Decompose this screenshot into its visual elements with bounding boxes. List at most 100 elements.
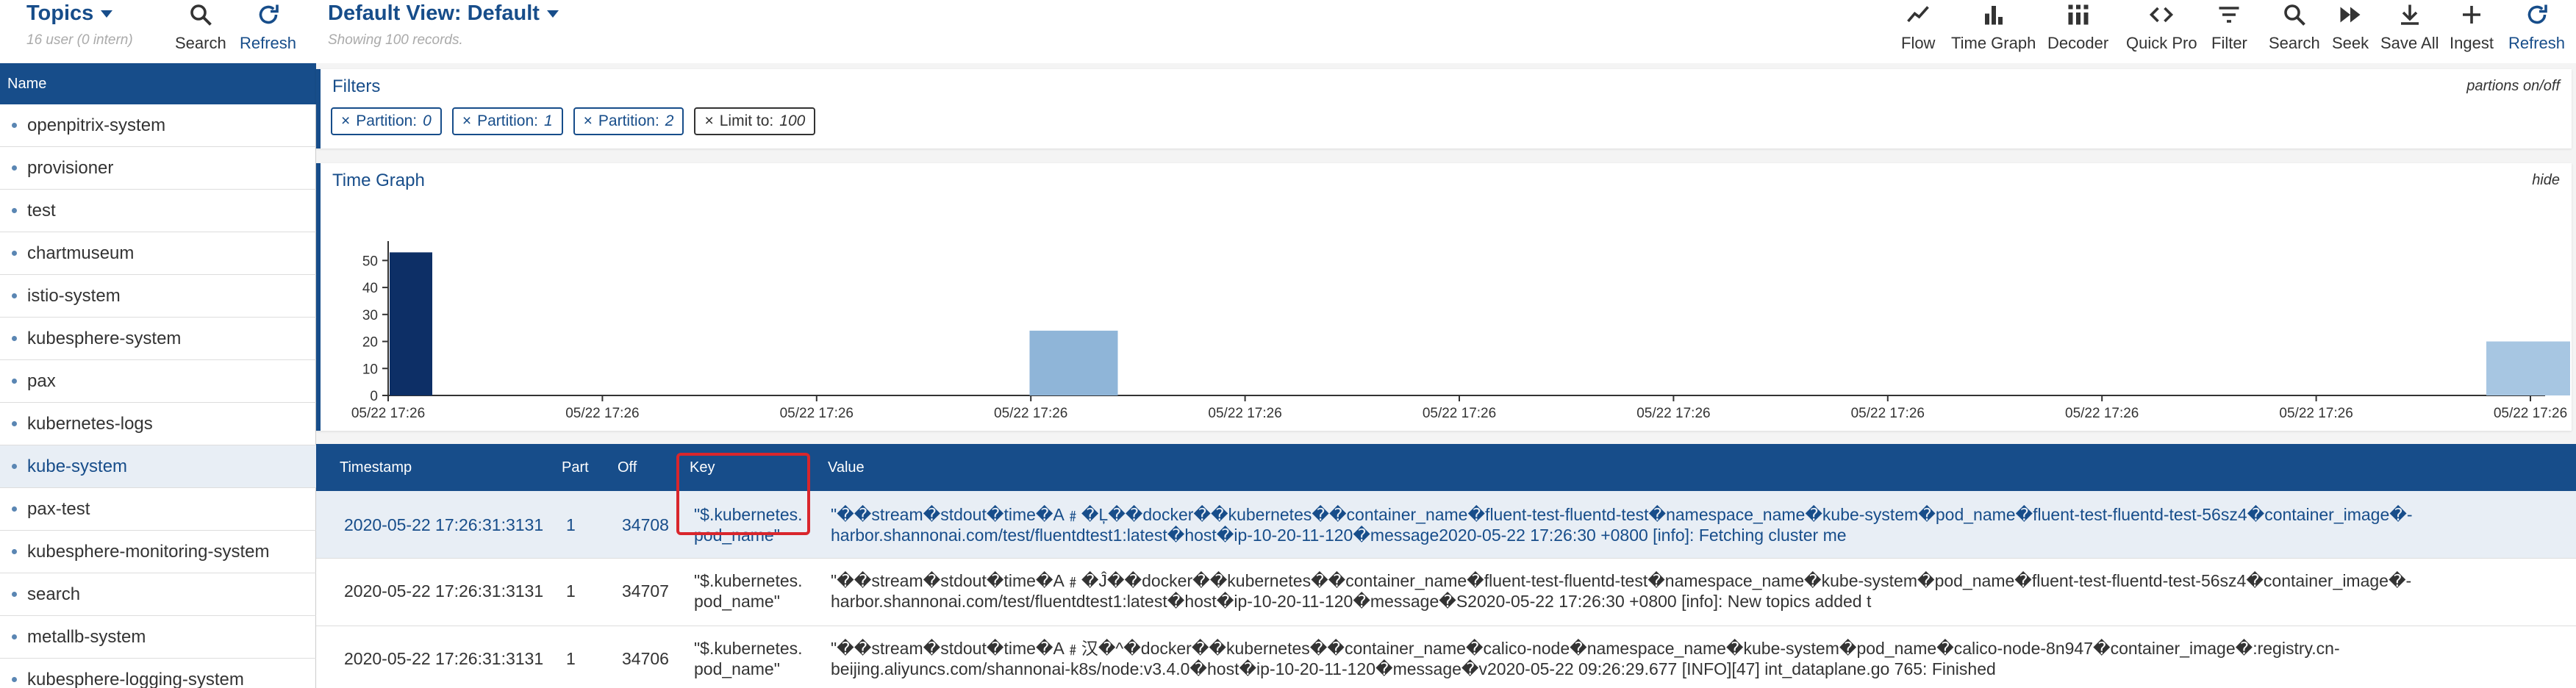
topic-label: kubesphere-system [27,328,182,348]
flow-label: Flow [1901,34,1936,52]
time-graph-panel: Time Graph hide 0 10 20 30 40 50 05/22 17:26 05… [316,163,2572,431]
topic-item[interactable]: kubernetes-logs [0,403,316,445]
chip-value: 1 [543,112,553,129]
decoder-label: Decoder [2047,34,2109,52]
topic-label: kubernetes-logs [27,413,153,434]
topic-label: search [27,584,81,604]
remove-chip-icon[interactable]: × [462,112,471,130]
app-root: Topics 16 user (0 intern) Search Refresh… [0,0,2576,688]
col-key[interactable]: Key [690,444,715,491]
top-bar: Default View: Default Showing 100 record… [316,0,2576,63]
topic-item[interactable]: pax-test [0,488,316,531]
chart-bar [1029,330,1118,395]
partitions-toggle[interactable]: partions on/off [2466,78,2560,95]
x-tick-label: 05/22 17:26 [565,406,639,421]
topic-item[interactable]: provisioner [0,147,316,190]
topic-list: openpitrix-system provisioner test chart… [0,104,316,688]
y-tick-label: 50 [362,254,378,269]
filter-button[interactable]: Filter [2211,0,2247,63]
flow-button[interactable]: Flow [1901,0,1935,63]
col-timestamp[interactable]: Timestamp [340,444,412,491]
topic-item[interactable]: kubesphere-monitoring-system [0,531,316,573]
bullet-icon [12,251,17,256]
bullet-icon [12,293,17,298]
decoder-button[interactable]: Decoder [2047,0,2108,63]
topic-item[interactable]: metallb-system [0,616,316,659]
ingest-button[interactable]: Ingest [2450,0,2494,63]
topic-label: openpitrix-system [27,115,166,135]
cell-offset: 34707 [622,581,669,601]
bullet-icon [12,208,17,213]
download-icon [2400,4,2419,25]
cell-value-line2: harbor.shannonai.com/test/fluentdtest1:l… [831,592,1872,611]
cell-timestamp: 2020-05-22 17:26:31:3131 [344,649,544,668]
topic-item[interactable]: test [0,190,316,232]
table-row[interactable]: 2020-05-22 17:26:31:3131 1 34708 "$.kube… [316,491,2576,559]
quick-pro-label: Quick Pro [2126,34,2197,52]
topic-label: istio-system [27,285,121,306]
filter-chip-partition-0[interactable]: × Partition: 0 [331,107,442,135]
x-tick-label: 05/22 17:26 [1208,406,1281,421]
plus-icon [2462,6,2480,24]
chart-bar [2486,341,2570,395]
view-title: Default View: Default [328,1,540,25]
topic-item[interactable]: openpitrix-system [0,104,316,147]
x-tick-label: 05/22 17:26 [2065,406,2139,421]
filter-chip-limit[interactable]: × Limit to: 100 [694,107,816,135]
topic-label: kubesphere-logging-system [27,669,244,688]
seek-button[interactable]: Seek [2332,0,2369,63]
filter-chip-partition-2[interactable]: × Partition: 2 [573,107,684,135]
sidebar-refresh-button[interactable]: Refresh [240,0,296,63]
table-row[interactable]: 2020-05-22 17:26:31:3131 1 34707 "$.kube… [316,559,2576,626]
view-dropdown[interactable]: Default View: Default [328,1,559,26]
x-tick-label: 05/22 17:26 [994,406,1067,421]
caret-down-icon [546,10,559,18]
y-tick-label: 20 [362,335,378,351]
search-icon [190,4,212,26]
topic-item[interactable]: search [0,573,316,616]
cell-key-line1: "$.kubernetes. [694,505,803,524]
filter-label: Filter [2211,34,2247,52]
bullet-icon [12,634,17,639]
x-tick-label: 05/22 17:26 [351,406,425,421]
topic-label: kubesphere-monitoring-system [27,541,270,562]
filters-panel: Filters partions on/off × Partition: 0 × Pa… [316,69,2572,148]
topic-item[interactable]: kubesphere-logging-system [0,659,316,688]
search-button[interactable]: Search [2269,0,2320,63]
filter-chip-partition-1[interactable]: × Partition: 1 [451,107,563,135]
topic-label: pax-test [27,498,90,519]
table-header: Timestamp Part Off Key Value [316,444,2576,491]
col-offset[interactable]: Off [618,444,637,491]
topic-item[interactable]: pax [0,360,316,403]
refresh-button[interactable]: Refresh [2508,0,2565,63]
y-tick-label: 40 [362,281,378,296]
y-tick-label: 30 [362,308,378,323]
x-tick-label: 05/22 17:26 [1423,406,1496,421]
decoder-icon [2068,4,2089,25]
fast-forward-icon [2340,7,2361,23]
name-column-header[interactable]: Name [0,63,316,104]
time-graph-button[interactable]: Time Graph [1951,0,2036,63]
refresh-icon [259,4,279,24]
topic-item-selected[interactable]: kube-system [0,445,316,488]
table-row[interactable]: 2020-05-22 17:26:31:3131 1 34706 "$.kube… [316,626,2576,688]
bullet-icon [12,165,17,171]
ingest-label: Ingest [2450,34,2494,52]
topic-item[interactable]: kubesphere-system [0,318,316,360]
search-label: Search [2269,34,2320,52]
remove-chip-icon[interactable]: × [704,112,713,130]
topic-item[interactable]: chartmuseum [0,232,316,275]
remove-chip-icon[interactable]: × [341,112,350,130]
bullet-icon [12,379,17,384]
topic-label: test [27,200,56,221]
topics-dropdown[interactable]: Topics [26,1,113,26]
sidebar-search-button[interactable]: Search [175,0,226,63]
topics-sidebar: Topics 16 user (0 intern) Search Refresh… [0,0,316,688]
main-area: Default View: Default Showing 100 record… [316,0,2576,688]
quick-pro-button[interactable]: Quick Pro [2126,0,2197,63]
col-part[interactable]: Part [562,444,589,491]
remove-chip-icon[interactable]: × [584,112,593,130]
topic-item[interactable]: istio-system [0,275,316,318]
col-value[interactable]: Value [828,444,865,491]
save-all-button[interactable]: Save All [2380,0,2439,63]
